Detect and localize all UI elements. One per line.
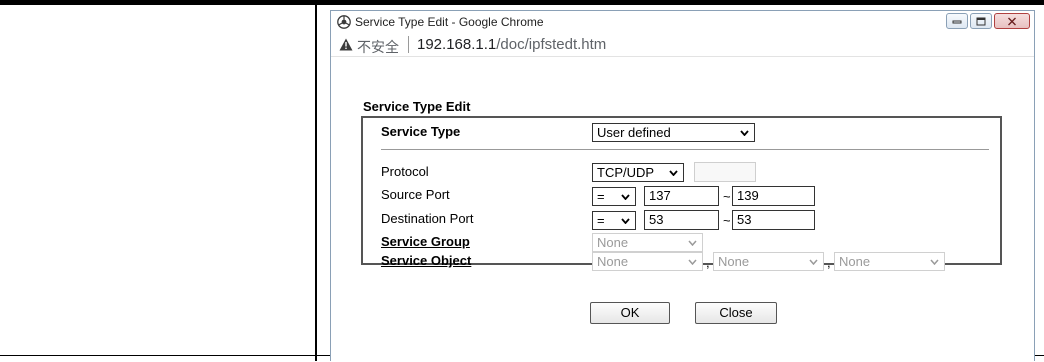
maximize-icon: [976, 17, 986, 25]
service-group-select[interactable]: None: [592, 233, 703, 252]
chevron-down-icon: [930, 259, 939, 265]
source-port-start-input[interactable]: 137: [644, 186, 719, 206]
service-object-select-1[interactable]: None: [592, 252, 703, 271]
service-group-link[interactable]: Service Group: [381, 234, 470, 249]
minimize-icon: [952, 20, 962, 24]
protocol-select[interactable]: TCP/UDP: [592, 163, 684, 182]
comma-separator: ,: [827, 255, 831, 270]
source-port-operator-select[interactable]: =: [592, 187, 636, 206]
window-title: Service Type Edit - Google Chrome: [355, 15, 544, 29]
service-group-value: None: [597, 235, 629, 250]
close-button[interactable]: Close: [695, 302, 777, 324]
chevron-down-icon: [740, 130, 749, 136]
minimize-button[interactable]: [946, 13, 968, 29]
insecure-label[interactable]: 不安全: [357, 37, 399, 57]
service-type-select[interactable]: User defined: [592, 123, 755, 142]
url-text[interactable]: 192.168.1.1/doc/ipfstedt.htm: [417, 36, 606, 53]
service-object-value-2: None: [718, 254, 750, 269]
service-object-link[interactable]: Service Object: [381, 253, 471, 268]
destination-port-operator: =: [597, 213, 605, 228]
url-host: 192.168.1.1: [417, 36, 497, 53]
page-content: Service Type Edit Service Type User defi…: [331, 57, 1034, 362]
chevron-down-icon: [809, 259, 818, 265]
destination-port-label: Destination Port: [381, 211, 474, 226]
titlebar: Service Type Edit - Google Chrome: [331, 11, 1034, 33]
source-port-tilde: ~: [723, 189, 731, 204]
service-object-select-2[interactable]: None: [713, 252, 824, 271]
close-window-button[interactable]: [994, 13, 1030, 29]
destination-port-end-input[interactable]: 53: [732, 210, 815, 230]
service-type-value: User defined: [597, 125, 671, 140]
protocol-label: Protocol: [381, 164, 429, 179]
page-title: Service Type Edit: [363, 99, 471, 114]
chrome-icon: [337, 15, 351, 29]
destination-port-operator-select[interactable]: =: [592, 211, 636, 230]
source-port-end-input[interactable]: 139: [732, 186, 815, 206]
service-object-value-1: None: [597, 254, 629, 269]
source-port-operator: =: [597, 189, 605, 204]
protocol-value: TCP/UDP: [597, 165, 655, 180]
service-object-select-3[interactable]: None: [834, 252, 945, 271]
service-object-value-3: None: [839, 254, 871, 269]
top-rule: [0, 0, 1044, 5]
chevron-down-icon: [669, 170, 678, 176]
destination-port-tilde: ~: [723, 213, 731, 228]
address-separator: [408, 36, 409, 53]
source-port-label: Source Port: [381, 187, 450, 202]
chevron-down-icon: [621, 218, 630, 224]
divider: [381, 149, 989, 150]
browser-popup-window: Service Type Edit - Google Chrome 不安全 19…: [330, 10, 1035, 361]
window-controls: [944, 13, 1030, 29]
service-type-panel: Service Type User defined Protocol TCP/U…: [361, 116, 1002, 271]
protocol-number-input[interactable]: [694, 162, 756, 182]
service-type-label: Service Type: [381, 124, 461, 139]
vertical-divider: [315, 5, 317, 361]
chevron-down-icon: [621, 194, 630, 200]
ok-button[interactable]: OK: [590, 302, 670, 324]
chevron-down-icon: [688, 240, 697, 246]
warning-icon[interactable]: [339, 38, 353, 51]
destination-port-start-input[interactable]: 53: [644, 210, 719, 230]
address-bar[interactable]: 不安全 192.168.1.1/doc/ipfstedt.htm: [331, 33, 1034, 57]
close-icon: [1008, 17, 1016, 25]
comma-separator: ,: [706, 255, 710, 270]
url-path: /doc/ipfstedt.htm: [496, 36, 607, 53]
maximize-button[interactable]: [970, 13, 992, 29]
chevron-down-icon: [688, 259, 697, 265]
